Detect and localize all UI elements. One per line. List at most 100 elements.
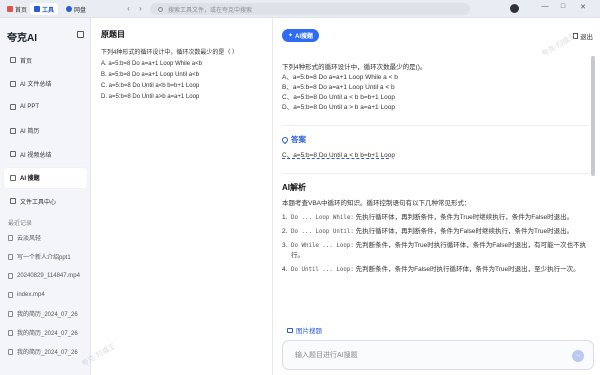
cloud-icon bbox=[66, 6, 72, 12]
sidebar-nav: 首页 AI 文件总结 AI PPT AI 简历 AI 视频总结 AI 搜题 文件… bbox=[4, 50, 87, 215]
sidebar-item-question-search[interactable]: AI 搜题 bbox=[4, 167, 87, 188]
home-icon bbox=[10, 57, 16, 63]
analysis-section: AI解析 本题考查VBA中循环的知识。循环控制语句有以下几种常见形式： 1. Do… bbox=[282, 173, 589, 275]
recent-item-label: 我的简历_2024_07_26 bbox=[17, 312, 78, 318]
recent-item-label: 云淡风轻 bbox=[17, 236, 42, 242]
tab-tools-label: 工具 bbox=[42, 7, 55, 14]
brand-title: 夸克AI bbox=[7, 33, 37, 44]
sidebar-item-file-summary[interactable]: AI 文件总结 bbox=[4, 74, 87, 94]
file-icon bbox=[8, 253, 13, 260]
maximize-button[interactable]: □ bbox=[558, 3, 568, 10]
ai-badge-label: AI搜题 bbox=[295, 34, 314, 40]
analysis-item-number: 4. bbox=[282, 266, 288, 273]
scrollbar[interactable] bbox=[591, 56, 595, 176]
recent-heading: 最近记录 bbox=[8, 221, 33, 227]
analysis-item-number: 2. bbox=[282, 228, 288, 235]
search-bar[interactable]: 搜索工具文件，或在夸克中搜索 bbox=[150, 3, 470, 15]
question-line: B、a=5:b=8 Do a=a+1 Loop Until a < b bbox=[282, 84, 395, 91]
sidebar-item-file-tools[interactable]: 文件工具中心 bbox=[4, 191, 87, 211]
recent-list: 云淡风轻 写一个新人介绍ppt1 20240829_114847.mp4 ind… bbox=[4, 228, 87, 361]
list-item[interactable]: 我的简历_2024_07_26 bbox=[4, 323, 87, 342]
recent-item-label: index.mp4 bbox=[17, 291, 45, 298]
list-item[interactable]: 我的简历_2024_07_26 bbox=[4, 304, 87, 323]
sidebar-item-label: AI 简历 bbox=[20, 129, 40, 135]
tab-cloud[interactable]: 网盘 bbox=[62, 3, 90, 15]
analysis-item-text: 先执行循环体，再判断条件，条件为False时继续执行，条件为True时退出。 bbox=[355, 228, 574, 235]
tab-home[interactable]: 首页 bbox=[3, 3, 31, 15]
sidebar-item-label: AI 搜题 bbox=[20, 176, 40, 182]
minimize-button[interactable]: — bbox=[540, 3, 550, 10]
top-bar: 首页 工具 网盘 ‹ › 搜索工具文件，或在夸克中搜索 — □ ✕ bbox=[0, 0, 600, 18]
original-line: C. a=5:b=8 Do Until a<b b=b+1 Loop bbox=[101, 83, 200, 89]
back-arrow-icon[interactable]: ‹ bbox=[124, 4, 133, 13]
sidebar-collapse-icon[interactable] bbox=[77, 31, 84, 38]
tab-home-label: 首页 bbox=[15, 7, 28, 14]
tools-icon bbox=[34, 6, 40, 12]
analysis-item: 1. Do ... Loop While: 先执行循环体，再判断条件，条件为Tru… bbox=[282, 213, 589, 223]
ai-answer-pane: ✦ AI搜题 退出 下列4种形式的循环设计中，循环次数最少的是()。 A、a=5… bbox=[273, 18, 600, 375]
question-icon bbox=[10, 174, 16, 181]
image-search-label: 图片搜题 bbox=[296, 328, 322, 335]
original-question-pane: 原题目 下列4种形式的循环设计中，循环次数最少的是（ ） A. a=5:b=8 … bbox=[91, 18, 273, 375]
list-item[interactable]: 我的简历_2024_07_26 bbox=[4, 342, 87, 361]
sidebar-item-resume[interactable]: AI 简历 bbox=[4, 121, 87, 141]
file-icon bbox=[8, 310, 13, 317]
answer-scroll-area: 下列4种形式的循环设计中，循环次数最少的是()。 A、a=5:b=8 Do a=… bbox=[282, 58, 589, 320]
sidebar-item-label: AI PPT bbox=[20, 104, 40, 110]
ai-question: 下列4种形式的循环设计中，循环次数最少的是()。 A、a=5:b=8 Do a=… bbox=[282, 58, 589, 113]
recent-item-label: 20240829_114847.mp4 bbox=[17, 272, 80, 279]
analysis-item-text: 先判断条件，条件为False时执行循环体，条件为True时退出，至少执行一次。 bbox=[355, 266, 580, 273]
original-line: D. a=5:b=8 Do Until a>b a=a+1 Loop bbox=[101, 94, 200, 100]
list-item[interactable]: 云淡风轻 bbox=[4, 228, 87, 247]
file-icon bbox=[8, 234, 13, 241]
answer-text: C、a=5:b=8 Do Until a < b b=b+1 Loop bbox=[282, 152, 395, 159]
analysis-item-text: 先执行循环体，再判断条件，条件为True时继续执行，条件为False时退出。 bbox=[355, 214, 574, 221]
analysis-item-number: 3. bbox=[282, 242, 288, 249]
file-icon bbox=[8, 329, 13, 336]
search-placeholder: 搜索工具文件，或在夸克中搜索 bbox=[168, 7, 253, 14]
recent-item-label: 写一个新人介绍ppt1 bbox=[17, 255, 71, 261]
sidebar-item-video-summary[interactable]: AI 视频总结 bbox=[4, 144, 87, 164]
analysis-item-code: Do ... Loop While: bbox=[291, 215, 354, 221]
recent-item-label: 我的简历_2024_07_26 bbox=[17, 331, 78, 337]
resume-icon bbox=[10, 127, 16, 134]
list-item[interactable]: index.mp4 bbox=[4, 285, 87, 304]
analysis-item-code: Do Until ... Loop: bbox=[291, 267, 354, 273]
search-icon bbox=[158, 6, 163, 12]
original-line: A. a=5:b=8 Do a=a+1 Loop While a<b bbox=[101, 61, 202, 67]
tab-tools[interactable]: 工具 bbox=[30, 3, 59, 15]
list-item[interactable]: 20240829_114847.mp4 bbox=[4, 266, 87, 285]
send-button[interactable]: → bbox=[572, 350, 584, 362]
analysis-item: 3. Do While ... Loop: 先判断条件，条件为True时执行循环体… bbox=[282, 241, 589, 261]
recent-item-label: 我的简历_2024_07_26 bbox=[17, 350, 78, 356]
close-button[interactable]: ✕ bbox=[578, 3, 588, 11]
list-item[interactable]: 写一个新人介绍ppt1 bbox=[4, 247, 87, 266]
answer-heading: 答案 bbox=[282, 134, 589, 145]
toolbox-icon bbox=[10, 198, 16, 204]
forward-arrow-icon[interactable]: › bbox=[136, 4, 145, 13]
original-line: B. a=5:b=8 Do a=a+1 Loop Until a<b bbox=[101, 72, 199, 78]
sidebar-item-home[interactable]: 首页 bbox=[4, 50, 87, 70]
original-title: 原题目 bbox=[101, 30, 125, 39]
image-search-button[interactable]: 图片搜题 bbox=[287, 325, 322, 335]
ppt-icon bbox=[10, 104, 16, 110]
analysis-item-number: 1. bbox=[282, 214, 288, 221]
analysis-title: AI解析 bbox=[282, 183, 306, 192]
analysis-item: 4. Do Until ... Loop: 先判断条件，条件为False时执行循环… bbox=[282, 265, 589, 275]
file-summary-icon bbox=[10, 80, 16, 87]
avatar[interactable] bbox=[510, 4, 519, 13]
home-icon bbox=[7, 6, 13, 12]
location-pin-icon bbox=[282, 135, 290, 144]
sidebar-item-ppt[interactable]: AI PPT bbox=[4, 97, 87, 117]
ai-search-badge[interactable]: ✦ AI搜题 bbox=[282, 29, 320, 42]
analysis-list: 1. Do ... Loop While: 先执行循环体，再判断条件，条件为Tru… bbox=[282, 213, 589, 275]
question-line: D、a=5:b=8 Do Until a > b a=a+1 Loop bbox=[282, 104, 395, 111]
video-icon bbox=[10, 151, 16, 157]
ai-question-input[interactable]: 输入题目进行AI搜题 → bbox=[282, 340, 594, 370]
analysis-item-code: Do While ... Loop: bbox=[291, 243, 354, 249]
analysis-item: 2. Do ... Loop Until: 先执行循环体，再判断条件，条件为Fal… bbox=[282, 227, 589, 237]
sidebar-item-label: AI 视频总结 bbox=[20, 152, 52, 159]
analysis-item-code: Do ... Loop Until: bbox=[291, 229, 354, 235]
sparkle-icon: ✦ bbox=[288, 33, 294, 39]
tab-cloud-label: 网盘 bbox=[74, 7, 87, 14]
